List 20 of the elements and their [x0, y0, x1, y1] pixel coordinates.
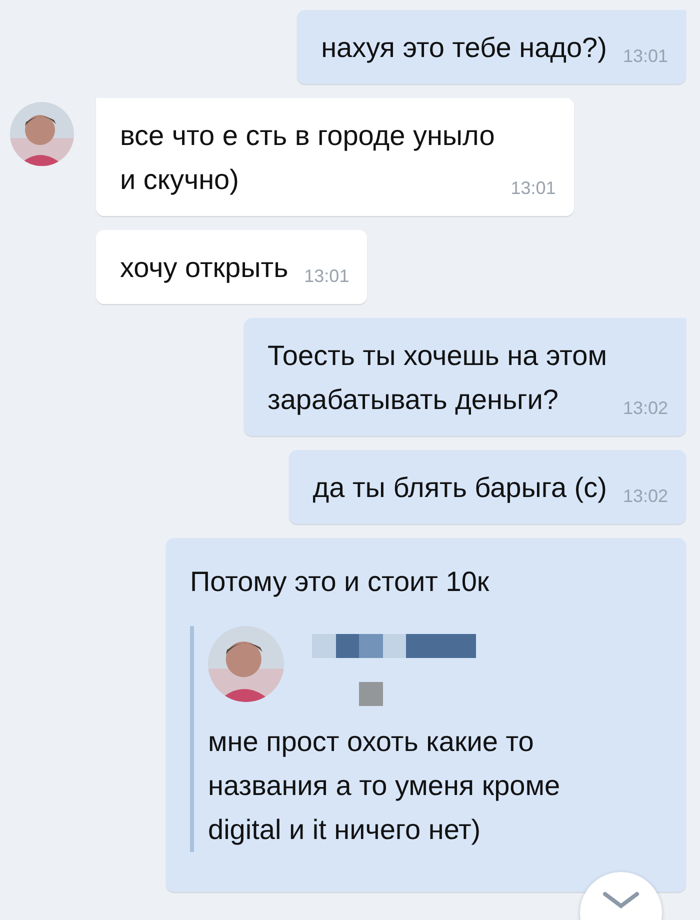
- message-text: Тоесть ты хочешь на этом зарабатывать деньги?: [268, 339, 607, 417]
- outgoing-message[interactable]: нахуя это тебе надо?) 13:01: [297, 10, 686, 84]
- message-text: да ты блять барыга (с): [312, 471, 607, 505]
- message-time: 13:02: [622, 485, 668, 508]
- message-text: все что е сть в городе уныло и скучно): [120, 119, 495, 197]
- message-text: нахуя это тебе надо?): [321, 31, 607, 65]
- message-time: 13:01: [510, 177, 556, 200]
- message-time: 13:01: [303, 265, 350, 288]
- outgoing-message[interactable]: Тоесть ты хочешь на этом зарабатывать деньги? 13:02: [244, 318, 686, 436]
- message-text: Потому это и стоит 10к: [190, 566, 490, 597]
- incoming-message[interactable]: хочу открыть 13:01: [96, 230, 368, 304]
- message-text: хочу открыть: [120, 251, 288, 285]
- incoming-message[interactable]: все что е сть в городе уныло и скучно) 13:01: [96, 98, 574, 216]
- outgoing-message[interactable]: Потому это и стоит 10к мне прост охоть какие то названия а то уменя кроме digital и it ничего нет): [166, 538, 686, 892]
- message-time: 13:01: [622, 45, 668, 68]
- chevron-down-icon: [601, 890, 641, 910]
- message-time: 13:02: [622, 397, 668, 420]
- message-text: мне прост охоть какие то названия а то уменя кроме digital и it ничего нет): [208, 725, 562, 847]
- redacted-date: [359, 682, 383, 706]
- outgoing-message[interactable]: да ты блять барыга (с) 13:02: [288, 450, 686, 524]
